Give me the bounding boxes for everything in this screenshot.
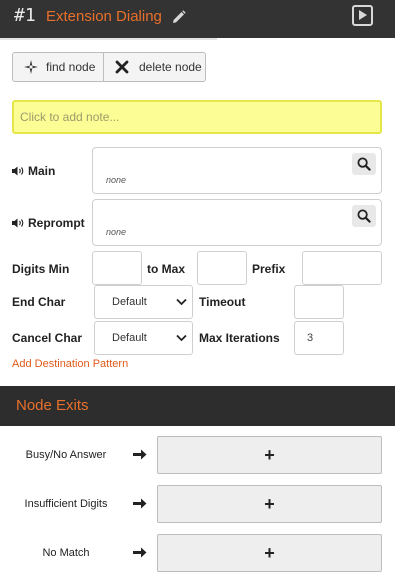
arrow-right-icon xyxy=(133,498,147,509)
max-iterations-input[interactable] xyxy=(294,321,344,355)
cancel-char-label: Cancel Char xyxy=(12,331,83,345)
exit-add-button-insufficient-digits[interactable]: + xyxy=(157,485,382,523)
node-title[interactable]: Extension Dialing xyxy=(46,8,162,26)
delete-node-label: delete node xyxy=(139,60,202,74)
node-exits-header: Node Exits xyxy=(0,386,395,426)
max-iterations-label: Max Iterations xyxy=(199,331,280,345)
exit-label-no-match: No Match xyxy=(42,547,90,559)
note-input[interactable] xyxy=(14,102,380,132)
header-divider xyxy=(0,38,217,40)
delete-node-button[interactable]: delete node xyxy=(103,52,206,82)
search-icon xyxy=(357,209,371,223)
main-search-button[interactable] xyxy=(352,153,376,175)
plus-icon: + xyxy=(264,445,275,465)
end-char-value: Default xyxy=(112,296,147,308)
main-label-text: Main xyxy=(28,164,56,178)
node-number: #1 xyxy=(14,5,36,26)
digits-min-label: Digits Min xyxy=(12,262,70,276)
exit-add-button-no-match[interactable]: + xyxy=(157,534,382,572)
reprompt-label: Reprompt xyxy=(12,216,85,230)
find-node-label: find node xyxy=(46,60,96,74)
chevron-down-icon xyxy=(176,298,187,306)
play-icon[interactable] xyxy=(352,5,373,26)
arrow-right-icon xyxy=(133,449,147,460)
plus-icon: + xyxy=(264,494,275,514)
speaker-icon xyxy=(12,166,24,176)
search-icon xyxy=(357,157,371,171)
find-node-button[interactable]: find node xyxy=(12,52,104,82)
main-prompt-label: Main xyxy=(12,164,55,178)
reprompt-field[interactable]: none xyxy=(92,199,382,246)
plus-icon: + xyxy=(264,543,275,563)
exit-add-button-busy[interactable]: + xyxy=(157,436,382,474)
digits-max-input[interactable] xyxy=(197,251,247,285)
x-icon xyxy=(115,60,129,74)
prefix-label: Prefix xyxy=(252,262,286,276)
reprompt-label-text: Reprompt xyxy=(28,216,85,230)
digits-max-label: to Max xyxy=(147,262,186,276)
reprompt-search-button[interactable] xyxy=(352,205,376,227)
speaker-icon xyxy=(12,218,24,228)
cancel-char-value: Default xyxy=(112,332,147,344)
exit-label-busy: Busy/No Answer xyxy=(25,449,107,461)
main-prompt-value: none xyxy=(106,175,127,185)
end-char-select[interactable]: Default xyxy=(94,285,193,319)
arrow-right-icon xyxy=(133,547,147,558)
timeout-label: Timeout xyxy=(199,295,246,309)
reprompt-value: none xyxy=(106,227,127,237)
node-exits-title: Node Exits xyxy=(16,397,89,414)
prefix-input[interactable] xyxy=(302,251,382,285)
chevron-down-icon xyxy=(176,334,187,342)
timeout-input[interactable] xyxy=(294,285,344,319)
main-prompt-field[interactable]: none xyxy=(92,147,382,194)
add-destination-pattern-link[interactable]: Add Destination Pattern xyxy=(12,358,128,370)
exit-label-insufficient-digits: Insufficient Digits xyxy=(24,498,108,510)
node-header: #1 Extension Dialing xyxy=(0,0,395,38)
crosshair-icon xyxy=(24,60,38,74)
end-char-label: End Char xyxy=(12,295,66,309)
digits-min-input[interactable] xyxy=(92,251,142,285)
note-field[interactable] xyxy=(12,100,382,134)
cancel-char-select[interactable]: Default xyxy=(94,321,193,355)
pencil-icon[interactable] xyxy=(172,10,186,24)
